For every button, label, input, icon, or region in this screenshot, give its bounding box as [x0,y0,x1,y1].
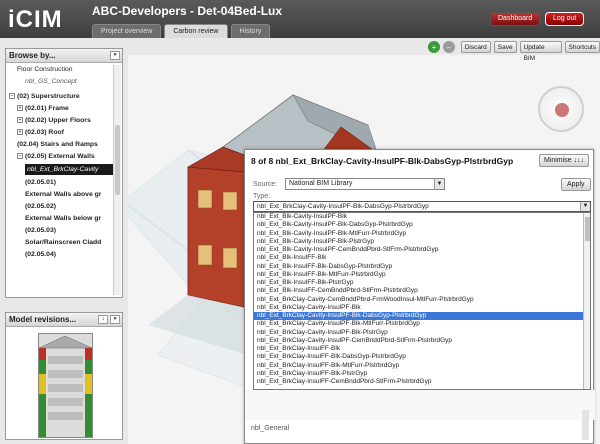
tab-history[interactable]: History [230,24,271,38]
option-item[interactable]: nbl_Ext_BrkClay-Cavity-InsulPF-Blk [254,304,590,312]
model-revisions-panel: Model revisions... ↓ » [5,312,123,440]
option-item[interactable]: nbl_Ext_Blk-Cavity-InsulPF-Blk-DabsGyp-P… [254,221,590,229]
option-item[interactable]: nbl_Ext_Blk-InsulFF-Blk-DabsGyp-Plstrbrd… [254,263,590,271]
tree-item[interactable]: + (02.02) Upper Floors [9,116,110,125]
add-icon[interactable]: + [428,41,440,53]
logout-button[interactable]: Log out [545,12,585,26]
option-item[interactable]: nbl_Ext_Blk-InsulFF-CemBnddPbrd-StlFrm-P… [254,287,590,295]
tree-item[interactable]: + (02.01) Frame [9,104,110,113]
tree-item[interactable]: (02.05.03) [9,226,110,235]
icim-logo: iCIM [8,6,63,33]
option-item[interactable]: nbl_Ext_BrkClay-InsulFF-Blk-MtlFurr-Plst… [254,362,590,370]
save-button[interactable]: Save [493,41,517,53]
option-item[interactable]: nbl_Ext_Blk-Cavity-InsulPF-CemBnddPbrd-S… [254,246,590,254]
apply-button[interactable]: Apply [561,178,591,191]
tree-item[interactable]: – (02.05) External Walls [9,152,110,161]
browse-panel: Browse by... » Floor Construction nbl_GS… [5,48,123,298]
app-header: iCIM ABC-Developers - Det-04Bed-Lux Proj… [0,0,600,38]
update-bim-button[interactable]: Update BIM [519,41,562,62]
option-item[interactable]: nbl_Ext_BrkClay-InsulFF-Blk-PlstrGyp [254,370,590,378]
tree-item[interactable]: (02.05.01) [9,178,110,187]
tree-item[interactable]: (02.05.04) [9,250,110,259]
type-options-list: nbl_Ext_Blk-Cavity-InsulPF-Blk nbl_Ext_Bl… [253,212,591,390]
option-item[interactable]: nbl_Ext_Blk-Cavity-InsulPF-Blk-MtlFurr-P… [254,230,590,238]
section-label: nbl_General [251,425,290,432]
option-item[interactable]: nbl_Ext_Blk-Cavity-InsulPF-Blk-PlstrGyp [254,238,590,246]
scroll-thumb[interactable] [585,217,590,241]
shortcuts-button[interactable]: Shortcuts [564,41,600,53]
tree-item[interactable]: External Walls above gr [9,190,110,199]
minimise-button[interactable]: Minimise ↓↓↓ [538,154,589,167]
collapse-icon[interactable]: » [110,315,120,324]
revision-elevation-image [38,334,93,437]
toolbar: + – Discard Save Update BIM Shortcuts [428,41,600,62]
tree-item[interactable]: (02.04) Stairs and Ramps [9,140,110,149]
browse-scrollbar[interactable] [113,65,121,295]
expand-toggle-icon[interactable]: + [17,105,23,112]
revisions-panel-title: Model revisions... [9,315,77,324]
tree-item[interactable]: External Walls below gr [9,214,110,223]
source-select-value: National BIM Library [289,180,353,187]
option-item[interactable]: nbl_Ext_Blk-Cavity-InsulPF-Blk [254,213,590,221]
dashboard-button[interactable]: Dashboard [490,12,541,26]
option-item-selected[interactable]: nbl_Ext_BrkClay-Cavity-InsulPF-Blk-DabsG… [254,312,590,321]
tab-project-overview[interactable]: Project overview [92,24,162,38]
dialog-title: 8 of 8 nbl_Ext_BrkClay-Cavity-InsulPF-Bl… [251,156,514,166]
collapse-toggle-icon[interactable]: – [9,93,15,100]
option-item[interactable]: nbl_Ext_BrkClay-Cavity-InsulPF-Blk-MtlFu… [254,320,590,328]
option-item[interactable]: nbl_Ext_BrkClay-InsulFF-Blk [254,345,590,353]
type-select-value: nbl_Ext_BrkClay-Cavity-InsulPF-Blk-DabsG… [257,203,429,210]
tree-item-selected[interactable]: nbl_Ext_BrkClay-Cavity [25,164,120,175]
navigation-wheel-center-icon[interactable] [555,103,569,117]
browse-tree: Floor Construction nbl_GS_Concept – (02) … [6,63,122,297]
option-item[interactable]: nbl_Ext_Blk-InsulFF-Blk [254,254,590,262]
option-item[interactable]: nbl_Ext_BrkClay-InsulFF-CemBnddPbrd-StlF… [254,378,590,386]
browse-panel-header: Browse by... » [6,49,122,63]
tree-item[interactable]: – (02) Superstructure [9,92,110,101]
scroll-thumb[interactable] [115,125,120,195]
tree-item[interactable]: nbl_GS_Concept [9,77,110,86]
option-item[interactable]: nbl_Ext_Blk-InsulFF-Blk-MtlFurr-Plstrbrd… [254,271,590,279]
revisions-panel-header: Model revisions... ↓ » [6,313,122,327]
tree-item[interactable]: (02.05.02) [9,202,110,211]
tree-item[interactable]: Floor Construction [9,65,110,74]
options-scrollbar[interactable] [583,213,590,389]
material-type-dialog: 8 of 8 nbl_Ext_BrkClay-Cavity-InsulPF-Bl… [244,149,595,444]
source-label: Source: [253,181,278,188]
collapse-toggle-icon[interactable]: – [17,153,23,160]
dialog-scrollbar[interactable] [582,410,589,440]
option-item[interactable]: nbl_Ext_BrkClay-Cavity-CemBnddPbrd-FrmWo… [254,296,590,304]
dialog-lower-area [245,390,595,420]
revision-thumbnail[interactable] [38,333,93,438]
tab-carbon-review[interactable]: Carbon review [164,24,228,38]
project-title: ABC-Developers - Det-04Bed-Lux [92,4,283,18]
option-item[interactable]: nbl_Ext_Blk-InsulFF-Blk-PlstrGyp [254,279,590,287]
chevron-down-icon[interactable]: ▼ [434,179,444,189]
type-label: Type: [253,193,271,200]
chevron-down-icon[interactable]: ▼ [580,202,590,211]
option-item[interactable]: nbl_Ext_BrkClay-InsulFF-Blk-DabsGyp-Plst… [254,353,590,361]
discard-button[interactable]: Discard [460,41,491,53]
navigation-wheel[interactable] [538,86,584,132]
down-arrow-icon[interactable]: ↓ [98,315,108,324]
expand-toggle-icon[interactable]: + [17,129,23,136]
browse-panel-title: Browse by... [9,51,56,60]
expand-toggle-icon[interactable]: + [17,117,23,124]
tree-item[interactable]: Solar/Rainscreen Cladd [9,238,110,247]
source-select[interactable]: National BIM Library ▼ [285,178,445,190]
collapse-icon[interactable]: » [110,51,120,60]
tab-bar: Project overview Carbon review History [92,24,273,38]
tree-item[interactable]: + (02.03) Roof [9,128,110,137]
remove-icon[interactable]: – [442,41,455,53]
option-item[interactable]: nbl_Ext_BrkClay-Cavity-InsulPF-CemBnddPb… [254,337,590,345]
option-item[interactable]: nbl_Ext_BrkClay-Cavity-InsulPF-Blk-Plstr… [254,329,590,337]
type-select[interactable]: nbl_Ext_BrkClay-Cavity-InsulPF-Blk-DabsG… [253,201,591,212]
